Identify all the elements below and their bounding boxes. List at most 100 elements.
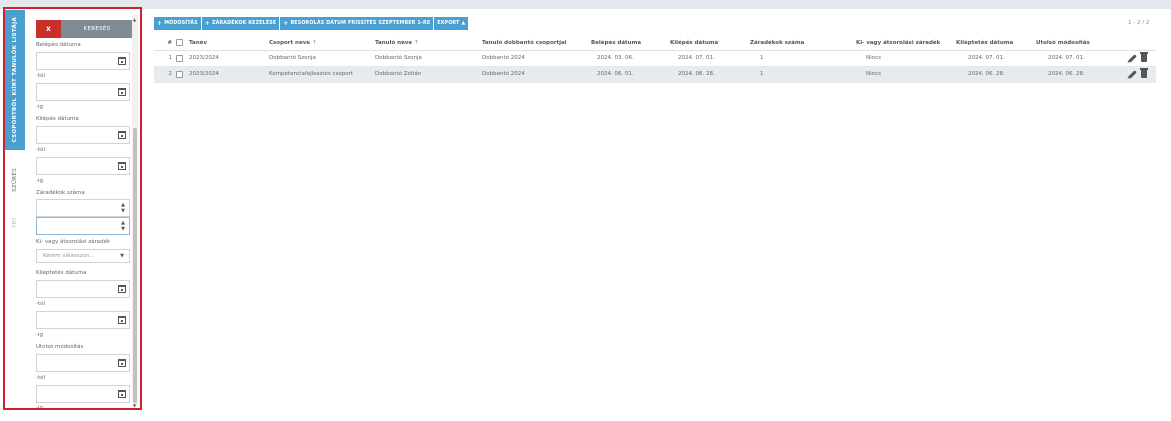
- exit-date-2-from-field[interactable]: [36, 280, 130, 298]
- cell-actions: [1128, 66, 1156, 83]
- row-checkbox[interactable]: [176, 54, 183, 62]
- clause-count-min-field[interactable]: ▲ ▼: [36, 199, 130, 217]
- header-year[interactable]: Tanév: [189, 36, 269, 51]
- entry-date-label: Belépés dátuma: [36, 42, 81, 48]
- table-header-row: # Tanév Csoport neve ↑ Tanuló neve ↑ Tan…: [154, 36, 1156, 51]
- header-exit-date-2[interactable]: Kiléptetés dátuma: [956, 36, 1036, 51]
- cell-clause-count: 1: [750, 66, 856, 83]
- sort-asc-icon: ↑: [311, 39, 317, 46]
- manage-clauses-button-label: ZÁRADÉKOK KEZELÉSE: [211, 21, 277, 26]
- filter-button-row: X KERESÉS: [36, 20, 133, 38]
- calendar-icon[interactable]: [118, 162, 126, 170]
- modify-button[interactable]: + MÓDOSÍTÁS: [154, 17, 201, 30]
- to-label: -ig: [36, 104, 44, 110]
- header-entry-date[interactable]: Belépés dátuma: [591, 36, 670, 51]
- table-row[interactable]: 2 2023/2024 Kompetenciafejlesztés csopor…: [154, 66, 1156, 83]
- calendar-icon[interactable]: [118, 316, 126, 324]
- edit-icon[interactable]: [1128, 69, 1137, 79]
- refresh-date-button[interactable]: + BESOROLÁS DÁTUM FRISSÍTÉS SZEPTEMBER 1…: [280, 17, 434, 30]
- caret-up-icon: ▲: [461, 21, 466, 26]
- modify-button-label: MÓDOSÍTÁS: [164, 21, 198, 26]
- plus-icon: +: [283, 20, 289, 27]
- tab-filter-label: SZŰRÉS: [12, 168, 18, 192]
- cell-entry-date: 2024. 03. 06.: [591, 50, 670, 67]
- to-label: -ig: [36, 332, 44, 338]
- manage-clauses-button[interactable]: + ZÁRADÉKOK KEZELÉSE: [201, 17, 280, 30]
- trash-icon[interactable]: [1140, 52, 1148, 62]
- clear-filter-button[interactable]: X: [36, 20, 61, 38]
- cell-student: Dobbantó Zoltán: [375, 66, 482, 83]
- cell-entry-date: 2024. 06. 01.: [591, 66, 670, 83]
- refresh-date-button-label: BESOROLÁS DÁTUM FRISSÍTÉS SZEPTEMBER 1-R…: [290, 21, 431, 26]
- exit-date-2-to-field[interactable]: [36, 311, 130, 329]
- trash-icon[interactable]: [1140, 68, 1148, 78]
- scroll-up-icon[interactable]: ▲: [133, 17, 136, 22]
- header-student-label: Tanuló neve: [375, 39, 413, 46]
- export-button-label: EXPORT: [437, 21, 460, 26]
- last-modified-from-field[interactable]: [36, 354, 130, 372]
- transfer-clause-label: Ki- vagy átsorolási záradék: [36, 239, 111, 245]
- to-label: -ig: [36, 178, 44, 184]
- transfer-clause-select[interactable]: Kérem válasszon... ▼: [36, 249, 130, 263]
- header-group-label: Csoport neve: [269, 39, 311, 46]
- cell-exit-date: 2024. 06. 28.: [670, 66, 750, 83]
- calendar-icon[interactable]: [118, 285, 126, 293]
- toolbar: + MÓDOSÍTÁS + ZÁRADÉKOK KEZELÉSE + BESOR…: [154, 17, 469, 30]
- calendar-icon[interactable]: [118, 390, 126, 398]
- exit-date-from-field[interactable]: [36, 126, 130, 144]
- header-student-groups[interactable]: Tanuló dobbantó csoportjai: [482, 36, 591, 51]
- entry-date-from-field[interactable]: [36, 52, 130, 70]
- scroll-down-icon[interactable]: ▼: [133, 403, 136, 408]
- select-all-checkbox[interactable]: [176, 39, 183, 47]
- search-button[interactable]: KERESÉS: [61, 20, 133, 38]
- tab-extra-label: TRT: [12, 217, 18, 229]
- last-modified-to-field[interactable]: [36, 385, 130, 403]
- cell-exit-date-2: 2024. 06. 28.: [956, 66, 1036, 83]
- filter-scrollbar-thumb[interactable]: [133, 128, 137, 403]
- header-student[interactable]: Tanuló neve ↑: [375, 36, 482, 51]
- cell-student-groups: Dobbantó 2024: [482, 50, 591, 67]
- cell-last-modified: 2024. 07. 01.: [1036, 50, 1128, 67]
- tab-filter[interactable]: SZŰRÉS: [5, 160, 25, 200]
- calendar-icon[interactable]: [118, 359, 126, 367]
- tab-student-list[interactable]: CSOPORTBÓL KIÍRT TANULÓK LISTÁJA: [5, 10, 25, 150]
- header-clause-count[interactable]: Záradékok száma: [750, 36, 856, 51]
- cell-clause-count: 1: [750, 50, 856, 67]
- entry-date-to-field[interactable]: [36, 83, 130, 101]
- exit-date-2-label: Kiléptetés dátuma: [36, 270, 87, 276]
- clause-count-max-field[interactable]: ▲ ▼: [36, 217, 130, 235]
- header-group[interactable]: Csoport neve ↑: [269, 36, 375, 51]
- cell-year: 2023/2024: [189, 50, 269, 67]
- header-select-all: [176, 36, 189, 51]
- from-label: -tól: [36, 147, 46, 153]
- cell-group: Dobbantó Szonja: [269, 50, 375, 67]
- chevron-down-icon: ▼: [120, 253, 124, 259]
- cell-select: [176, 66, 189, 83]
- header-transfer-clause[interactable]: Ki- vagy átsorolási záradék: [856, 36, 956, 51]
- cell-select: [176, 50, 189, 67]
- calendar-icon[interactable]: [118, 57, 126, 65]
- cell-group: Kompetenciafejlesztés csoport: [269, 66, 375, 83]
- table-row[interactable]: 1 2023/2024 Dobbantó Szonja Dobbantó Szo…: [154, 50, 1156, 67]
- calendar-icon[interactable]: [118, 88, 126, 96]
- edit-icon[interactable]: [1128, 53, 1137, 63]
- clause-count-label: Záradékok száma: [36, 190, 85, 196]
- vertical-tab-strip: CSOPORTBÓL KIÍRT TANULÓK LISTÁJA SZŰRÉS …: [5, 10, 25, 410]
- to-label: -ig: [36, 405, 44, 411]
- exit-date-to-field[interactable]: [36, 157, 130, 175]
- tab-extra[interactable]: TRT: [5, 208, 25, 238]
- header-exit-date[interactable]: Kilépés dátuma: [670, 36, 750, 51]
- calendar-icon[interactable]: [118, 131, 126, 139]
- export-button[interactable]: EXPORT ▲: [434, 17, 469, 30]
- from-label: -tól: [36, 73, 46, 79]
- cell-student: Dobbantó Szonja: [375, 50, 482, 67]
- top-bar: [0, 0, 1171, 9]
- header-num: #: [154, 36, 176, 51]
- header-last-modified[interactable]: Utolsó módosítás: [1036, 36, 1128, 51]
- cell-num: 2: [154, 66, 176, 83]
- spinner-icon[interactable]: ▲ ▼: [121, 202, 125, 214]
- row-checkbox[interactable]: [176, 70, 183, 78]
- spinner-icon[interactable]: ▲ ▼: [121, 220, 125, 232]
- exit-date-label: Kilépés dátuma: [36, 116, 79, 122]
- students-table: # Tanév Csoport neve ↑ Tanuló neve ↑ Tan…: [154, 36, 1156, 83]
